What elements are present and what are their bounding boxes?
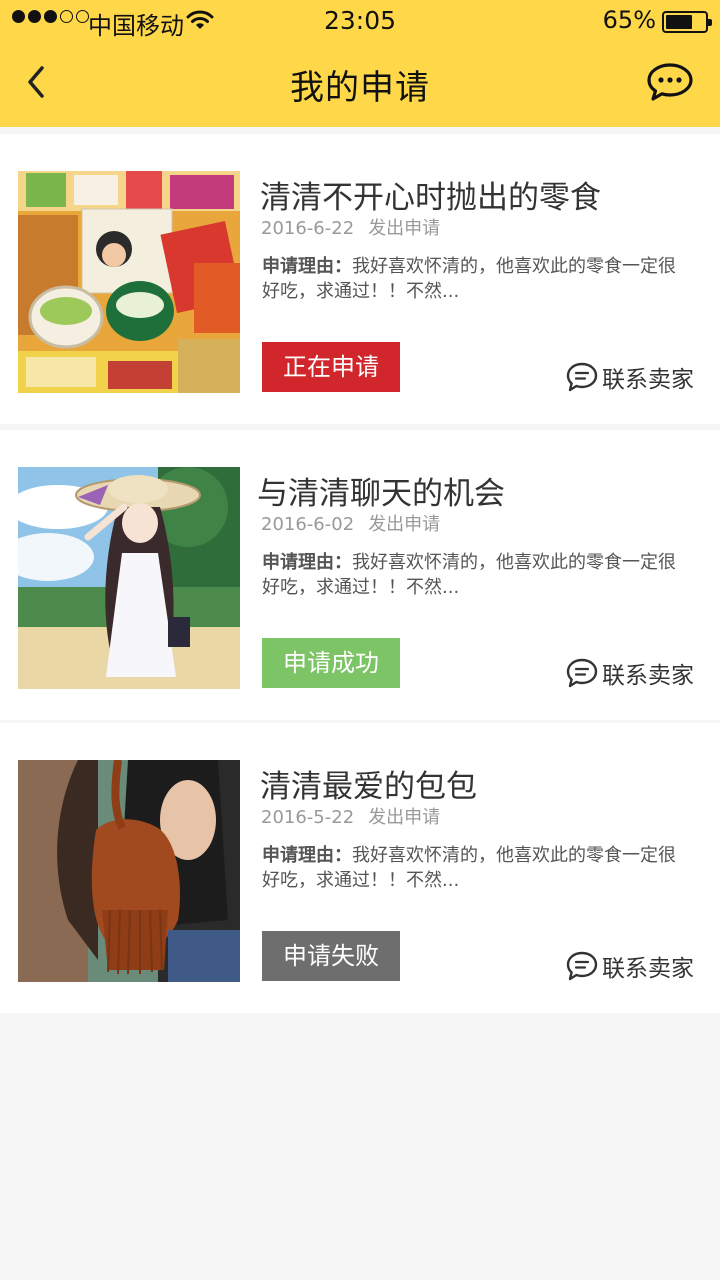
status-bar: 中国移动 23:05 65% bbox=[0, 0, 720, 44]
item-title: 与清清聊天的机会 bbox=[257, 476, 505, 512]
contact-seller-label: 联系卖家 bbox=[602, 956, 694, 982]
item-reason: 申请理由：我好喜欢怀清的，他喜欢此的零食一定很好吃，求通过！！不然... bbox=[262, 550, 692, 600]
item-date: 2016-5-22 bbox=[261, 807, 355, 828]
item-action: 发出申请 bbox=[368, 218, 441, 239]
message-icon bbox=[566, 362, 598, 392]
list-item[interactable]: 清清最爱的包包 2016-5-22 发出申请 申请理由：我好喜欢怀清的，他喜欢此的… bbox=[0, 723, 720, 1013]
message-icon bbox=[566, 951, 598, 981]
status-badge-failed[interactable]: 申请失败 bbox=[262, 931, 400, 981]
item-date: 2016-6-22 bbox=[261, 218, 355, 239]
leather-backpack-photo bbox=[18, 760, 240, 982]
status-badge-success[interactable]: 申请成功 bbox=[262, 638, 400, 688]
status-badge-pending[interactable]: 正在申请 bbox=[262, 342, 400, 392]
list-item[interactable]: 清清不开心时抛出的零食 2016-6-22 发出申请 申请理由：我好喜欢怀清的，他… bbox=[0, 134, 720, 424]
anime-girl-illustration bbox=[18, 467, 240, 689]
reason-label: 申请理由： bbox=[262, 552, 352, 573]
list-item[interactable]: 与清清聊天的机会 2016-6-02 发出申请 申请理由：我好喜欢怀清的，他喜欢此… bbox=[0, 430, 720, 720]
item-title: 清清最爱的包包 bbox=[260, 769, 477, 805]
contact-seller-button[interactable]: 联系卖家 bbox=[566, 656, 694, 690]
reason-label: 申请理由： bbox=[262, 845, 352, 866]
app-header: 中国移动 23:05 65% 我的申请 bbox=[0, 0, 720, 127]
contact-seller-button[interactable]: 联系卖家 bbox=[566, 949, 694, 983]
item-date: 2016-6-02 bbox=[261, 514, 355, 535]
item-title: 清清不开心时抛出的零食 bbox=[260, 180, 601, 216]
item-action: 发出申请 bbox=[368, 514, 441, 535]
battery-icon bbox=[662, 11, 712, 33]
contact-seller-label: 联系卖家 bbox=[602, 663, 694, 689]
contact-seller-label: 联系卖家 bbox=[602, 367, 694, 393]
item-meta: 2016-6-02 发出申请 bbox=[261, 510, 440, 536]
item-meta: 2016-5-22 发出申请 bbox=[261, 803, 440, 829]
contact-seller-button[interactable]: 联系卖家 bbox=[566, 360, 694, 394]
page-title: 我的申请 bbox=[290, 68, 430, 108]
item-meta: 2016-6-22 发出申请 bbox=[261, 214, 440, 240]
battery-percentage: 65% bbox=[602, 6, 656, 34]
item-reason: 申请理由：我好喜欢怀清的，他喜欢此的零食一定很好吃，求通过！！不然... bbox=[262, 843, 692, 893]
item-action: 发出申请 bbox=[368, 807, 441, 828]
snacks-photo bbox=[18, 171, 240, 393]
reason-label: 申请理由： bbox=[262, 256, 352, 277]
chat-bubble-icon bbox=[647, 63, 693, 101]
item-reason: 申请理由：我好喜欢怀清的，他喜欢此的零食一定很好吃，求通过！！不然... bbox=[262, 254, 692, 304]
chat-button[interactable] bbox=[646, 62, 694, 102]
message-icon bbox=[566, 658, 598, 688]
